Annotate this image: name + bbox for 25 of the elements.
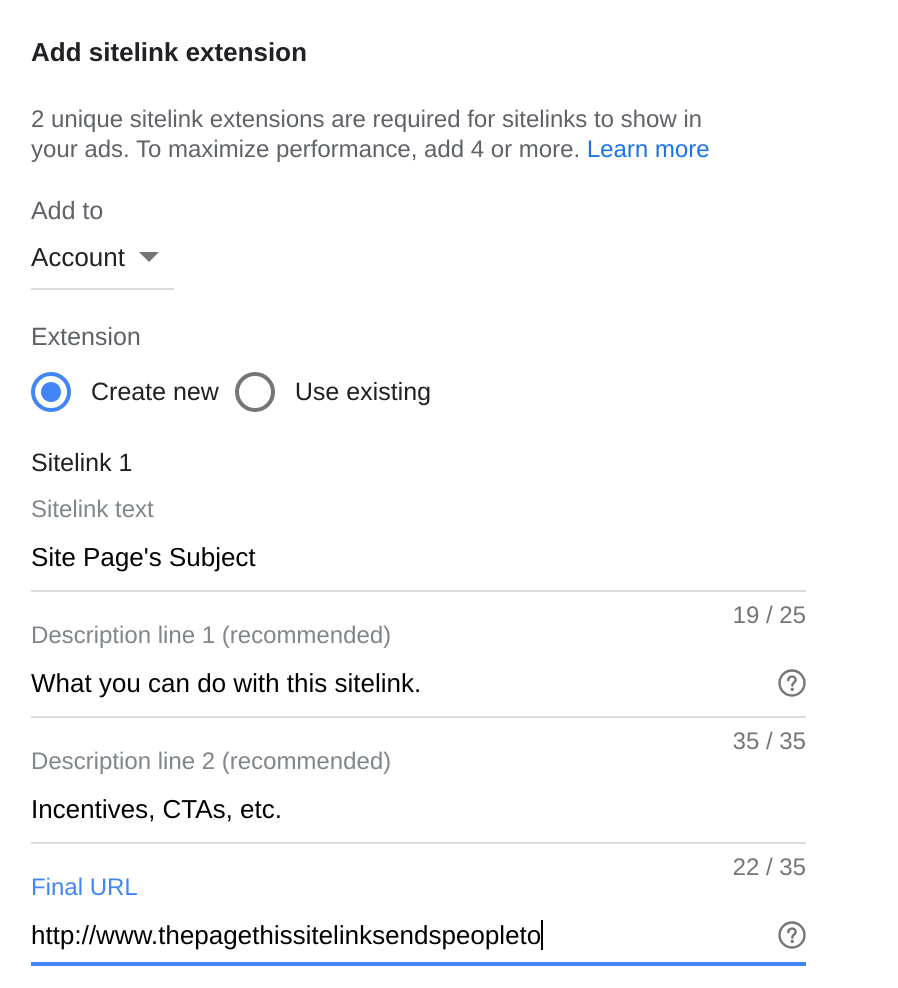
field-label: Description line 2 (recommended)	[31, 750, 392, 774]
help-icon[interactable]	[778, 669, 806, 697]
text-field[interactable]: Description line 1 (recommended) What you can do with this sitelink.	[31, 624, 806, 718]
radio-option[interactable]: Use existing	[234, 372, 432, 412]
field-label: Sitelink text	[31, 498, 154, 522]
sitelink-heading: Sitelink 1	[31, 448, 132, 478]
text-field[interactable]: Sitelink text Site Page's Subject	[31, 498, 806, 592]
field-value: What you can do with this sitelink.	[31, 668, 422, 698]
radio-option[interactable]: Create new	[31, 372, 219, 412]
field-value: Incentives, CTAs, etc.	[31, 794, 282, 824]
help-icon[interactable]	[778, 921, 806, 949]
learn-more-link[interactable]: Learn more	[586, 136, 710, 163]
notice-text: 2 unique sitelink extensions are required for sitelinks to show in your ads. To maximize performance, add 4 or more. Learn more	[31, 105, 711, 165]
field-label: Description line 1 (recommended)	[31, 624, 392, 648]
text-cursor-icon	[541, 920, 544, 950]
field-value: http://www.thepagethissitelinksendspeopleto	[31, 920, 542, 950]
caret-down-icon	[138, 252, 159, 262]
field-label: Final URL	[31, 876, 138, 900]
extension-label: Extension	[31, 322, 141, 352]
text-field[interactable]: Description line 2 (recommended) Incentives, CTAs, etc.	[31, 750, 806, 844]
dropdown[interactable]: Account	[31, 242, 174, 290]
dialog-title: Add sitelink extension	[31, 36, 307, 68]
field-value: Site Page's Subject	[31, 542, 256, 572]
text-field[interactable]: Final URL http://www.thepagethissitelinksendspeopleto	[31, 876, 806, 966]
add-to-label: Add to	[31, 196, 104, 226]
